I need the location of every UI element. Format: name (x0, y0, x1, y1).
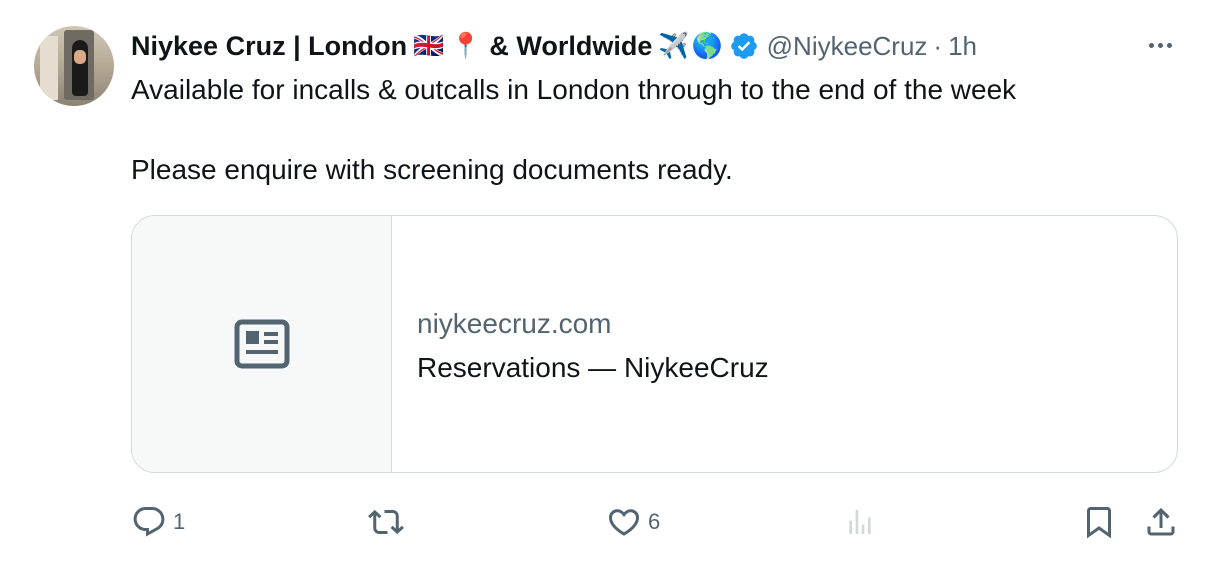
tweet-text: Available for incalls & outcalls in Lond… (131, 70, 1191, 190)
timestamp[interactable]: 1h (948, 31, 977, 62)
views-button[interactable] (844, 500, 882, 544)
reply-count: 1 (173, 509, 186, 534)
link-card-domain: niykeecruz.com (417, 308, 612, 339)
avatar[interactable] (34, 26, 114, 106)
display-name-suffix[interactable]: & Worldwide (489, 31, 652, 62)
tweet-header: Niykee Cruz | London 🇬🇧 📍 & Worldwide ✈️… (131, 26, 1180, 66)
like-count: 6 (648, 509, 661, 534)
bookmark-icon (1087, 507, 1111, 539)
link-card-thumbnail (132, 216, 392, 472)
globe-emoji: 🌎 (691, 31, 723, 60)
views-chart-icon (849, 510, 871, 534)
airplane-emoji: ✈️ (658, 31, 690, 60)
retweet-icon (368, 509, 404, 535)
pin-emoji: 📍 (450, 31, 482, 60)
retweet-button[interactable] (368, 500, 410, 544)
heart-icon (608, 509, 640, 536)
avatar-skin (74, 50, 86, 64)
display-name[interactable]: Niykee Cruz | London (131, 31, 407, 62)
separator-dot: · (933, 30, 943, 61)
article-icon (234, 319, 289, 369)
avatar-figure (72, 40, 88, 96)
link-preview-card[interactable]: niykeecruz.com Reservations — NiykeeCruz (131, 215, 1178, 473)
user-handle[interactable]: @NiykeeCruz (767, 31, 928, 62)
link-card-title: Reservations — NiykeeCruz (417, 352, 769, 383)
avatar-background (40, 36, 58, 100)
tweet-actions: 1 6 (131, 500, 1178, 544)
share-button[interactable] (1143, 500, 1179, 544)
reply-button[interactable]: 1 (131, 500, 185, 544)
like-button[interactable]: 6 (606, 500, 660, 544)
more-options-icon[interactable] (1143, 33, 1177, 57)
tweet[interactable]: Niykee Cruz | London 🇬🇧 📍 & Worldwide ✈️… (0, 0, 1220, 561)
share-icon (1147, 507, 1175, 536)
reply-icon (133, 507, 165, 537)
bookmark-button[interactable] (1081, 500, 1117, 544)
link-card-body: niykeecruz.com Reservations — NiykeeCruz (417, 306, 769, 386)
uk-flag-emoji: 🇬🇧 (413, 31, 445, 60)
tweet-text-line: Available for incalls & outcalls in Lond… (131, 74, 1017, 105)
tweet-text-line: Please enquire with screening documents … (131, 154, 733, 185)
verified-badge-icon (730, 33, 757, 59)
